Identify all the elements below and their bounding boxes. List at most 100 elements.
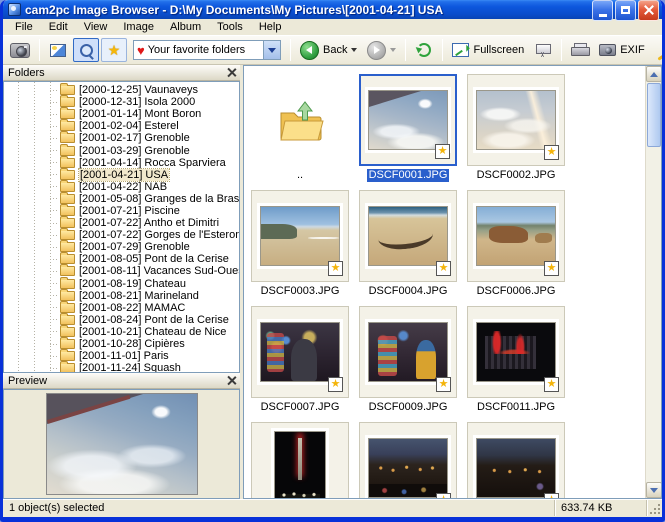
folder-tree-item[interactable]: [2001-08-11] Vacances Sud-Ouest [4,265,240,277]
print-button[interactable] [567,38,593,62]
menu-tools[interactable]: Tools [209,20,251,34]
back-button[interactable]: Back [296,38,361,62]
favorites-button[interactable]: ★ [101,38,127,62]
forward-button[interactable] [363,38,400,62]
favorite-folders-select[interactable]: ♥ Your favorite folders [133,40,281,60]
thumbnail-card[interactable]: ★ [467,74,565,166]
menu-file[interactable]: File [7,20,41,34]
folder-tree-item[interactable]: [2001-02-04] Esterel [4,120,240,132]
title-bar[interactable]: cam2pc Image Browser - D:\My Documents\M… [3,0,662,19]
thumbnail-cell[interactable]: ★ [466,422,566,498]
minimize-button[interactable] [592,0,613,21]
scroll-up-button[interactable] [646,66,662,82]
folder-tree-item[interactable]: [2001-11-24] Squash [4,362,240,373]
scrollbar-thumb[interactable] [647,83,661,147]
menu-album[interactable]: Album [162,20,209,34]
thumbnail-cell[interactable]: ★ [358,422,458,498]
thumbnail-cell[interactable]: ★DSCF0004.JPG [358,190,458,298]
thumbnail-card[interactable]: ★ [467,190,565,282]
thumbnail-card[interactable]: ★ [251,306,349,398]
folder-icon [60,85,75,95]
thumbnail-card[interactable]: ★ [359,190,457,282]
folder-label: [2001-04-21] USA [79,169,169,181]
preview-panel-close-icon[interactable] [227,376,236,385]
app-icon [8,3,21,16]
menu-image[interactable]: Image [115,20,162,34]
folder-tree-item[interactable]: [2001-04-14] Rocca Sparviera [4,157,240,169]
preview-panel: Preview [3,373,240,499]
thumbnail-cell[interactable] [250,422,350,498]
forward-dropdown-icon[interactable] [390,48,396,52]
folder-tree-item[interactable]: [2001-07-22] Gorges de l'Esteron [4,229,240,241]
thumbnail-cell[interactable]: ★DSCF0007.JPG [250,306,350,414]
thumbnail-cell[interactable]: ★DSCF0002.JPG [466,74,566,182]
folder-tree-item[interactable]: [2001-04-21] USA [4,169,240,181]
thumbnail-label: DSCF0009.JPG [369,401,448,414]
maximize-button[interactable] [615,0,636,21]
thumbnail-panel: ..★DSCF0001.JPG★DSCF0002.JPG★DSCF0003.JP… [243,65,662,499]
thumbnail-cell[interactable]: ★DSCF0006.JPG [466,190,566,298]
thumbnails-scrollbar[interactable] [645,66,661,498]
thumbnail-label: DSCF0001.JPG [367,169,450,182]
folder-tree-item[interactable]: [2001-03-29] Grenoble [4,144,240,156]
folder-tree-item[interactable]: [2001-04-22] NAB [4,181,240,193]
thumbnail-cell[interactable]: ★ DSCF0011.JPG [466,306,566,414]
scroll-down-button[interactable] [646,482,662,498]
folder-tree-item[interactable]: [2001-11-01] Paris [4,350,240,362]
folder-label: [2001-04-22] NAB [79,181,167,193]
browse-mode-button[interactable] [73,38,99,62]
folder-tree-item[interactable]: [2001-08-05] Pont de la Cerise [4,253,240,265]
close-button[interactable] [638,0,659,21]
thumbnail-card[interactable]: ★ [467,422,565,498]
folder-tree-item[interactable]: [2001-08-24] Pont de la Cerise [4,314,240,326]
folder-tree-item[interactable]: [2001-08-22] MAMAC [4,302,240,314]
folder-tree-item[interactable]: [2001-10-21] Chateau de Nice [4,326,240,338]
folder-icon [60,339,75,349]
folder-label: [2001-08-22] MAMAC [79,302,185,314]
folder-tree-item[interactable]: [2001-08-19] Chateau [4,278,240,290]
folder-tree-item[interactable]: [2001-01-14] Mont Boron [4,108,240,120]
fullscreen-icon [452,43,469,57]
thumbnail-card[interactable]: ★ [359,422,457,498]
folder-tree-item[interactable]: [2001-08-21] Marineland [4,290,240,302]
menu-help[interactable]: Help [251,20,290,34]
folders-panel-close-icon[interactable] [227,68,236,77]
folder-tree-item[interactable]: [2001-07-29] Grenoble [4,241,240,253]
status-size-text: 633.74 KB [555,500,647,516]
folder-label: [2000-12-25] Vaunaveys [79,84,198,96]
preview-panel-header: Preview [3,373,240,389]
image-adjust-button[interactable] [45,38,71,62]
folder-tree-item[interactable]: [2001-07-21] Piscine [4,205,240,217]
menu-edit[interactable]: Edit [41,20,76,34]
exif-button[interactable]: EXIF [595,38,648,62]
enhance-button[interactable]: Enhance [651,38,665,62]
thumbnail-cell[interactable]: ★ DSCF0001.JPG [358,74,458,182]
thumbnail-cell[interactable]: ★ DSCF0009.JPG [358,306,458,414]
thumbnail-label: DSCF0011.JPG [477,401,555,414]
folders-panel-header: Folders [3,65,240,81]
folder-tree-item[interactable]: [2001-02-17] Grenoble [4,132,240,144]
thumbnail-cell[interactable]: ★DSCF0003.JPG [250,190,350,298]
menu-view[interactable]: View [76,20,116,34]
folder-tree-item[interactable]: [2001-05-08] Granges de la Brasque [4,193,240,205]
parent-folder-item[interactable]: .. [250,74,350,182]
thumbnail-card[interactable]: ★ [359,74,457,166]
fullscreen-button[interactable]: Fullscreen [448,38,528,62]
favorite-folders-dropdown-button[interactable] [263,41,280,59]
thumbnail-card[interactable]: ★ [467,306,565,398]
exif-star-badge: ★ [328,377,343,392]
folder-tree-item[interactable]: [2001-07-22] Antho et Dimitri [4,217,240,229]
thumbnail-card[interactable] [251,422,349,498]
refresh-button[interactable] [411,38,437,62]
thumbnail-card[interactable]: ★ [359,306,457,398]
folder-tree-item[interactable]: [2000-12-25] Vaunaveys [4,84,240,96]
folder-label: [2001-05-08] Granges de la Brasque [79,193,240,205]
folder-tree-item[interactable]: [2001-10-28] Cipières [4,338,240,350]
resize-grip[interactable] [647,500,662,516]
thumbnail-card[interactable]: ★ [251,190,349,282]
toolbar-separator [561,39,562,61]
back-dropdown-icon[interactable] [351,48,357,52]
folder-tree-item[interactable]: [2000-12-31] Isola 2000 [4,96,240,108]
camera-download-button[interactable] [6,38,34,62]
slideshow-button[interactable] [530,38,556,62]
